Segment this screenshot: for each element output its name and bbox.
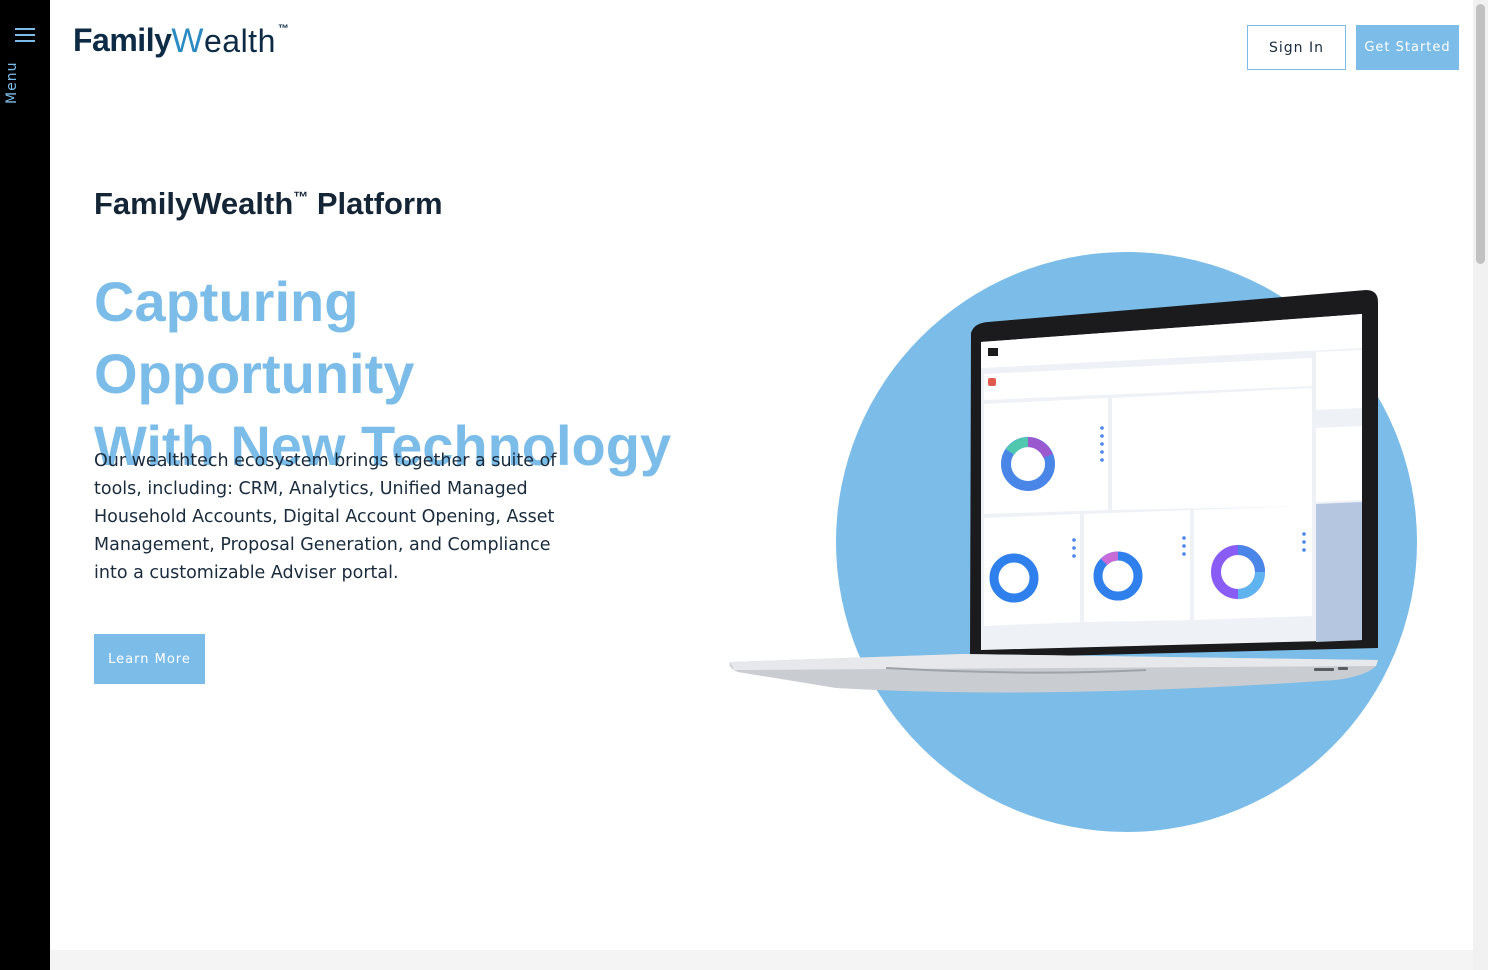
menu-label[interactable]: Menu xyxy=(4,62,44,104)
learn-more-button[interactable]: Learn More xyxy=(94,634,205,684)
side-menu-rail: Menu xyxy=(0,0,50,970)
headline-line-1: Capturing Opportunity xyxy=(94,270,415,405)
laptop-dashboard-illustration xyxy=(729,290,1378,693)
platform-title: FamilyWealth™ Platform xyxy=(94,186,443,221)
hamburger-icon[interactable] xyxy=(15,28,35,44)
hero-description: Our wealthtech ecosystem brings together… xyxy=(94,451,557,583)
logo-family-text: Family xyxy=(73,22,172,58)
scrollbar-thumb[interactable] xyxy=(1476,4,1485,264)
logo-wealth-text: Wealth xyxy=(171,22,276,60)
next-section-band xyxy=(50,950,1473,970)
logo-trademark: ™ xyxy=(277,23,289,35)
familywealth-logo[interactable]: Family Wealth ™ xyxy=(73,22,289,66)
get-started-button[interactable]: Get Started xyxy=(1356,25,1459,70)
sign-in-button[interactable]: Sign In xyxy=(1247,25,1346,70)
